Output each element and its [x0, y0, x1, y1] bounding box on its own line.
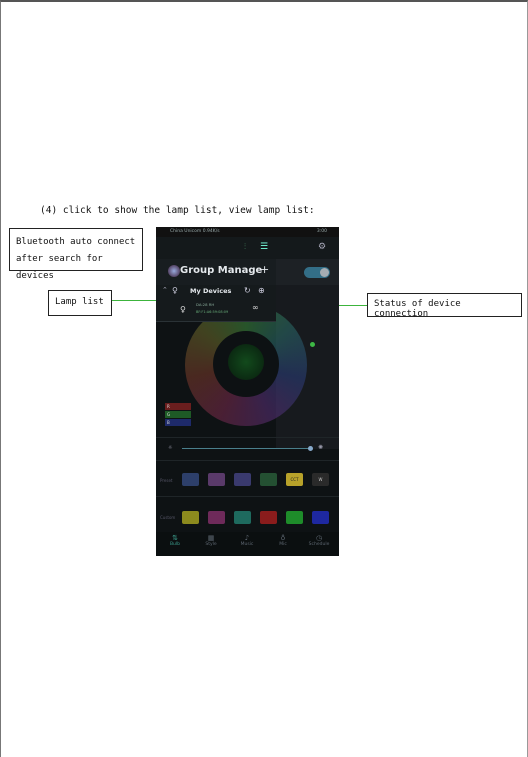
group-icon[interactable]: ⊕ [258, 286, 265, 295]
preset-swatch[interactable] [182, 473, 199, 486]
app-toolbar: ⫶ ☰ ⚙ [156, 237, 339, 259]
link-icon[interactable]: ∞ [252, 303, 259, 312]
rgb-tag-g: G [165, 411, 191, 418]
tab-style[interactable]: ▦ Style [194, 534, 228, 547]
separator [156, 496, 339, 497]
add-group-button[interactable]: + [260, 263, 269, 276]
group-orb-icon [168, 265, 180, 277]
bottom-tab-bar: ⇅ Bulb ▦ Style ♪ Music ♁ Mic ◷ Schedule [156, 532, 339, 556]
rgb-tag-r: R [165, 403, 191, 410]
custom-swatch[interactable] [312, 511, 329, 524]
status-bar: China Unicom 0.94K/s 3:00 [156, 227, 339, 237]
tab-schedule[interactable]: ◷ Schedule [302, 534, 336, 547]
tab-mic-label: Mic [279, 542, 287, 547]
custom-swatch[interactable] [208, 511, 225, 524]
custom-swatch[interactable] [234, 511, 251, 524]
phone-screenshot: China Unicom 0.94K/s 3:00 ⫶ ☰ ⚙ Group Ma… [156, 227, 339, 556]
separator [156, 460, 339, 461]
gear-icon[interactable]: ⚙ [318, 242, 326, 252]
tab-mic[interactable]: ♁ Mic [266, 534, 300, 547]
bulbs-icon: ♀ [172, 286, 178, 295]
callout-bluetooth: Bluetooth auto connect after search for … [9, 228, 143, 281]
device-mac: BF:F1:A6:59:08:09 [196, 310, 229, 314]
brightness-slider[interactable] [182, 448, 312, 449]
schedule-tab-icon: ◷ [315, 534, 323, 542]
refresh-icon[interactable]: ↻ [244, 286, 251, 295]
group-manage-title[interactable]: Group Manage [180, 265, 262, 276]
equalizer-icon[interactable]: ⫶ [244, 242, 246, 252]
tab-style-label: Style [205, 542, 217, 547]
tab-schedule-label: Schedule [308, 542, 330, 547]
chevron-up-icon[interactable]: ⌃ [162, 286, 168, 294]
tab-music[interactable]: ♪ Music [230, 534, 264, 547]
instruction-text: (4) click to show the lamp list, view la… [40, 205, 315, 216]
rgb-tag-b: B [165, 419, 191, 426]
preset-swatch[interactable] [208, 473, 225, 486]
mic-tab-icon: ♁ [280, 534, 286, 542]
custom-swatch[interactable] [182, 511, 199, 524]
tab-music-label: Music [240, 542, 254, 547]
brightness-high-icon: ✺ [318, 444, 324, 451]
color-preview [228, 344, 264, 380]
brightness-low-icon: ☼ [168, 445, 173, 451]
my-devices-title[interactable]: My Devices [190, 287, 231, 295]
preset-w[interactable]: W [312, 473, 329, 486]
device-name[interactable]: DA:28 RH [196, 302, 214, 307]
separator [156, 437, 339, 438]
clock-text: 3:00 [316, 229, 327, 234]
tab-bulb[interactable]: ⇅ Bulb [158, 534, 192, 547]
custom-row-label: Custom [160, 515, 176, 520]
callout-status: Status of device connection [367, 293, 522, 319]
list-icon[interactable]: ☰ [260, 242, 268, 252]
preset-swatch[interactable] [260, 473, 277, 486]
tab-bulb-label: Bulb [169, 542, 181, 547]
carrier-text: China Unicom 0.94K/s [170, 229, 220, 234]
wheel-knob[interactable] [310, 342, 315, 347]
device-list-panel: ⌃ ♀ My Devices ↻ ⊕ ♀ DA:28 RH BF:F1:A6:5… [156, 285, 276, 322]
callout-bluetooth-line1: Bluetooth auto connect [16, 237, 136, 247]
brightness-thumb[interactable] [308, 446, 313, 451]
preset-row-label: Preset [160, 478, 173, 483]
style-tab-icon: ▦ [207, 534, 215, 542]
custom-swatch[interactable] [260, 511, 277, 524]
bulb-tab-icon: ⇅ [172, 534, 178, 542]
custom-swatch[interactable] [286, 511, 303, 524]
preset-swatch[interactable] [234, 473, 251, 486]
callout-bluetooth-line2: after search for devices [16, 254, 103, 281]
callout-lamp-list: Lamp list [48, 290, 112, 316]
document-page: (4) click to show the lamp list, view la… [0, 0, 528, 757]
preset-cct[interactable]: CCT [286, 473, 303, 486]
music-tab-icon: ♪ [244, 534, 250, 542]
bulb-icon: ♀ [180, 305, 186, 314]
